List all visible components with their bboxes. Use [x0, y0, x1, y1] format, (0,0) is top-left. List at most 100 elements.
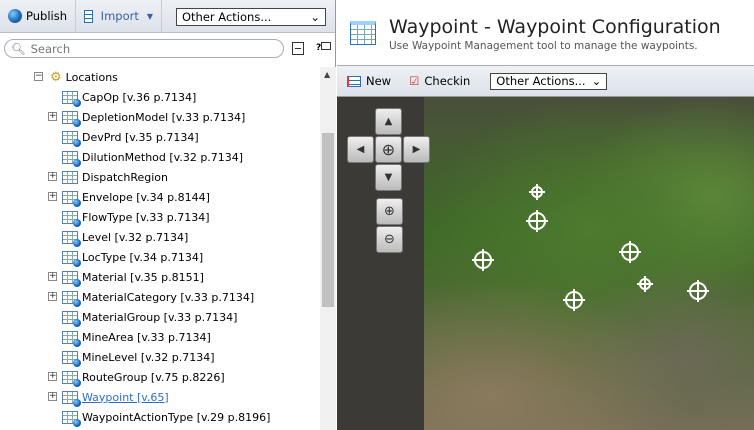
node-table-icon — [62, 390, 81, 407]
content-panel: Waypoint - Waypoint Configuration Use Wa… — [337, 0, 754, 430]
node-table-icon — [62, 90, 81, 107]
expand-icon[interactable]: + — [48, 292, 57, 301]
other-actions-label: Other Actions... — [182, 10, 272, 24]
pan-up-button[interactable]: ▲ — [375, 108, 402, 135]
new-icon — [347, 75, 361, 87]
tree-item[interactable]: FlowType [v.33 p.7134] — [48, 207, 210, 227]
tree-root-label: Locations — [65, 70, 118, 84]
tree-item-label: DispatchRegion — [82, 170, 168, 184]
tree-item-label: Material [v.35 p.8151] — [82, 270, 204, 284]
tree-item[interactable]: CapOp [v.36 p.7134] — [48, 87, 196, 107]
tree-item[interactable]: MaterialGroup [v.33 p.7134] — [48, 307, 237, 327]
tree-item-label: CapOp [v.36 p.7134] — [82, 90, 197, 104]
tree-item-label: MaterialCategory [v.33 p.7134] — [82, 290, 255, 304]
zoom-out-button[interactable]: ⊖ — [376, 226, 403, 253]
tree-item[interactable]: + Material [v.35 p.8151] — [48, 267, 204, 287]
expand-icon[interactable]: + — [48, 172, 57, 181]
tree-item-label: DepletionModel [v.33 p.7134] — [82, 110, 246, 124]
search-input[interactable]: 🔍︎ Search — [4, 39, 284, 58]
waypoint-marker[interactable] — [637, 276, 653, 292]
tree-item[interactable]: + DispatchRegion — [48, 167, 168, 187]
node-table-icon — [62, 210, 81, 227]
publish-label: Publish — [26, 9, 67, 23]
scroll-up-icon[interactable]: ▲ — [324, 70, 330, 79]
tree-item[interactable]: + RouteGroup [v.75 p.8226] — [48, 367, 225, 387]
checkin-icon: ☑ — [409, 74, 420, 88]
tree-scrollbar[interactable]: ▲ — [320, 67, 336, 430]
action-toolbar: New ☑ Checkin Other Actions... ⌄ — [337, 66, 754, 97]
tree-item[interactable]: DilutionMethod [v.32 p.7134] — [48, 147, 243, 167]
main-toolbar: Publish Import ▼ Other Actions... ⌄ — [0, 0, 335, 33]
expand-icon[interactable]: + — [48, 112, 57, 121]
scrollbar-thumb[interactable] — [322, 133, 334, 307]
expand-icon[interactable]: + — [48, 192, 57, 201]
tree-item-label: Level [v.32 p.7134] — [82, 230, 189, 244]
tree-item-label: DilutionMethod [v.32 p.7134] — [82, 150, 244, 164]
node-table-icon — [62, 250, 81, 267]
tree-item[interactable]: + Waypoint [v.65] — [48, 387, 169, 407]
import-button[interactable]: Import ▼ — [76, 0, 162, 33]
pan-right-button[interactable]: ▶ — [403, 136, 430, 163]
center-map-button[interactable]: ⊕ — [375, 136, 402, 163]
publish-button[interactable]: Publish — [0, 0, 76, 33]
collapse-all-icon[interactable] — [292, 42, 304, 55]
node-table-icon — [62, 410, 81, 427]
tree-item-label: RouteGroup [v.75 p.8226] — [82, 370, 225, 384]
import-icon — [84, 9, 93, 23]
tree-item[interactable]: MineLevel [v.32 p.7134] — [48, 347, 215, 367]
node-table-icon — [62, 190, 81, 207]
tree-item-label: MineLevel [v.32 p.7134] — [82, 350, 215, 364]
tree-item[interactable]: Level [v.32 p.7134] — [48, 227, 188, 247]
tree-root-locations[interactable]: − ⚙ Locations — [34, 67, 118, 87]
tree-item[interactable]: + Envelope [v.34 p.8144] — [48, 187, 210, 207]
waypoint-marker[interactable] — [472, 249, 494, 271]
tree-item[interactable]: + MaterialCategory [v.33 p.7134] — [48, 287, 254, 307]
node-table-icon — [62, 150, 81, 167]
node-table-icon — [62, 270, 81, 287]
pan-down-button[interactable]: ▼ — [375, 164, 402, 191]
waypoint-map[interactable]: ▲ ◀ ⊕ ▶ ▼ ⊕ ⊖ — [337, 97, 754, 430]
other-actions-select[interactable]: Other Actions... ⌄ — [176, 8, 326, 26]
waypoint-marker[interactable] — [529, 184, 545, 200]
tree-item-label: DevPrd [v.35 p.7134] — [82, 130, 199, 144]
new-button[interactable]: New — [347, 74, 391, 88]
tree-item[interactable]: MineArea [v.33 p.7134] — [48, 327, 211, 347]
tree-item-label: MaterialGroup [v.33 p.7134] — [82, 310, 238, 324]
waypoint-marker[interactable] — [619, 241, 641, 263]
expand-icon[interactable]: + — [48, 392, 57, 401]
checkin-button[interactable]: ☑ Checkin — [409, 74, 470, 88]
tree-item[interactable]: WaypointActionType [v.29 p.8196] — [48, 407, 270, 427]
expand-icon[interactable]: + — [48, 272, 57, 281]
tree-item[interactable]: DevPrd [v.35 p.7134] — [48, 127, 199, 147]
expand-icon[interactable]: + — [48, 372, 57, 381]
tree-item-label: LocType [v.34 p.7134] — [82, 250, 204, 264]
import-label: Import — [100, 9, 139, 23]
node-table-icon — [62, 350, 81, 367]
other-actions-select[interactable]: Other Actions... ⌄ — [490, 72, 608, 90]
locations-gear-icon: ⚙ — [50, 69, 62, 85]
table-icon — [350, 21, 376, 45]
node-table-icon — [62, 110, 81, 127]
pan-left-button[interactable]: ◀ — [347, 136, 374, 163]
waypoint-marker[interactable] — [526, 210, 548, 232]
tree-item[interactable]: LocType [v.34 p.7134] — [48, 247, 203, 267]
dropdown-caret-icon: ▼ — [146, 11, 153, 21]
waypoint-marker[interactable] — [687, 280, 709, 302]
search-icon: 🔍︎ — [11, 41, 26, 56]
tree-item-label: WaypointActionType [v.29 p.8196] — [82, 410, 271, 424]
tree-item-label: Envelope [v.34 p.8144] — [82, 190, 210, 204]
zoom-in-button[interactable]: ⊕ — [376, 198, 403, 225]
node-table-icon — [62, 330, 81, 347]
collapse-icon[interactable]: − — [34, 72, 43, 81]
location-tree: − ⚙ Locations CapOp [v.36 p.7134] + Deplet… — [0, 67, 320, 430]
other-actions-label: Other Actions... — [496, 74, 586, 88]
tree-item-label: MineArea [v.33 p.7134] — [82, 330, 211, 344]
globe-icon — [8, 9, 22, 23]
waypoint-marker[interactable] — [563, 289, 585, 311]
tree-item-label: FlowType [v.33 p.7134] — [82, 210, 210, 224]
tree-item[interactable]: + DepletionModel [v.33 p.7134] — [48, 107, 245, 127]
locate-icon[interactable]: ? — [316, 42, 332, 53]
node-table-icon — [62, 290, 81, 307]
satellite-imagery — [424, 97, 754, 430]
search-placeholder: Search — [30, 41, 71, 56]
